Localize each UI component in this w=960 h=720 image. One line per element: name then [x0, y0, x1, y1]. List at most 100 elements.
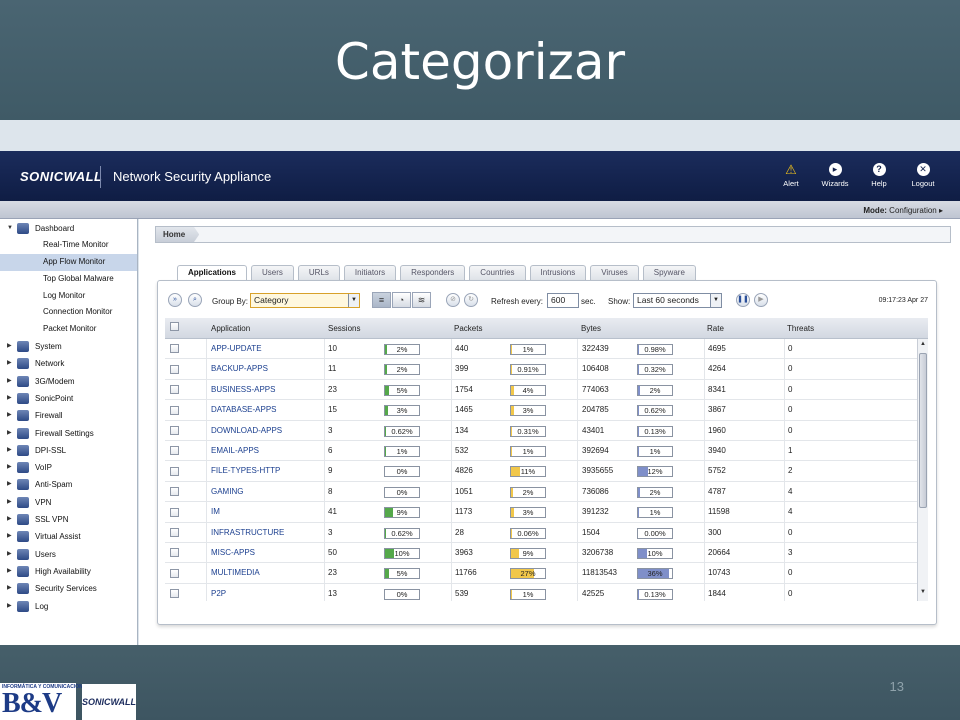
play-button[interactable]: ▶: [754, 293, 768, 307]
row-checkbox[interactable]: [170, 446, 179, 456]
table-row[interactable]: INFRASTRUCTURE 3 0.62% 28 0.06% 1504 0.00% 300 0: [165, 523, 917, 543]
sidebar-item-security-services[interactable]: ▶ Security Services: [0, 580, 137, 597]
sidebar-item-system[interactable]: ▶ System: [0, 338, 137, 355]
tab-viruses[interactable]: Viruses: [590, 265, 639, 280]
row-checkbox[interactable]: [170, 487, 179, 497]
pie-view-button[interactable]: ◔: [392, 292, 411, 308]
expand-all-button[interactable]: »: [168, 293, 182, 307]
sidebar-subitem[interactable]: App Flow Monitor: [0, 254, 137, 271]
row-checkbox[interactable]: [170, 385, 179, 395]
application-link[interactable]: DOWNLOAD-APPS: [211, 421, 282, 441]
application-link[interactable]: APP-UPDATE: [211, 339, 262, 359]
row-checkbox[interactable]: [170, 548, 179, 558]
tab-applications[interactable]: Applications: [177, 265, 248, 281]
wizards-button[interactable]: ▸ Wizards: [818, 163, 852, 188]
sidebar-item-dashboard[interactable]: ▼ Dashboard: [0, 220, 137, 237]
refresh-button[interactable]: ↻: [464, 293, 478, 307]
sidebar-item-high-availability[interactable]: ▶ High Availability: [0, 563, 137, 580]
table-row[interactable]: DATABASE-APPS 15 3% 1465 3% 204785 0.62% 3867 0: [165, 400, 917, 421]
refresh-interval-input[interactable]: 600: [547, 293, 579, 308]
application-link[interactable]: MULTIMEDIA: [211, 563, 260, 583]
sidebar-subitem[interactable]: Packet Monitor: [0, 321, 137, 338]
row-checkbox[interactable]: [170, 364, 179, 374]
list-view-button[interactable]: ≡: [372, 292, 391, 308]
table-row[interactable]: BUSINESS-APPS 23 5% 1754 4% 774063 2% 8341 0: [165, 380, 917, 401]
sidebar-item-3g-modem[interactable]: ▶ 3G/Modem: [0, 373, 137, 390]
application-link[interactable]: BUSINESS-APPS: [211, 380, 275, 400]
table-row[interactable]: DOWNLOAD-APPS 3 0.62% 134 0.31% 43401 0.13% 196…: [165, 421, 917, 441]
show-select[interactable]: Last 60 seconds ▼: [633, 293, 722, 308]
breadcrumb-home[interactable]: Home: [156, 227, 200, 242]
row-checkbox[interactable]: [170, 589, 179, 599]
sidebar-item-ssl-vpn[interactable]: ▶ SSL VPN: [0, 511, 137, 528]
table-row[interactable]: EMAIL-APPS 6 1% 532 1% 392694 1% 3940 1: [165, 441, 917, 462]
table-row[interactable]: GAMING 8 0% 1051 2% 736086 2% 4787 4: [165, 482, 917, 503]
search-button[interactable]: ⌕: [188, 293, 202, 307]
sidebar-item-vpn[interactable]: ▶ VPN: [0, 494, 137, 511]
table-row[interactable]: MISC-APPS 50 10% 3963 9% 3206738 10% 20664 3: [165, 543, 917, 564]
scroll-down-icon[interactable]: ▼: [918, 589, 928, 599]
application-link[interactable]: IM: [211, 502, 220, 522]
sidebar-item-network[interactable]: ▶ Network: [0, 355, 137, 372]
tab-urls[interactable]: URLs: [297, 265, 340, 280]
sidebar-item-firewall[interactable]: ▶ Firewall: [0, 407, 137, 424]
column-header-application[interactable]: Application: [211, 324, 250, 333]
graph-view-button[interactable]: ≋: [412, 292, 431, 308]
application-link[interactable]: FILE-TYPES-HTTP: [211, 461, 280, 481]
table-scrollbar[interactable]: ▲ ▼: [917, 339, 928, 601]
sidebar-item-users[interactable]: ▶ Users: [0, 546, 137, 563]
row-checkbox[interactable]: [170, 507, 179, 517]
pause-button[interactable]: ❚❚: [736, 293, 750, 307]
scroll-up-icon[interactable]: ▲: [918, 341, 928, 351]
sidebar-subitem[interactable]: Log Monitor: [0, 288, 137, 305]
row-checkbox[interactable]: [170, 466, 179, 476]
sidebar-subitem[interactable]: Connection Monitor: [0, 304, 137, 321]
column-header-sessions[interactable]: Sessions: [328, 324, 360, 333]
sidebar-item-log[interactable]: ▶ Log: [0, 598, 137, 615]
row-checkbox[interactable]: [170, 568, 179, 578]
sidebar-subitem[interactable]: Real-Time Monitor: [0, 237, 137, 254]
mode-selector[interactable]: Mode: Configuration ▸: [863, 206, 943, 215]
table-row[interactable]: MULTIMEDIA 23 5% 11766 27% 11813543 36% 10743 0: [165, 563, 917, 584]
tab-initiators[interactable]: Initiators: [343, 265, 397, 280]
tab-responders[interactable]: Responders: [400, 265, 466, 280]
group-by-select[interactable]: Category ▼: [250, 293, 360, 308]
table-row[interactable]: P2P 13 0% 539 1% 42525 0.13% 1844 0: [165, 584, 917, 601]
row-checkbox[interactable]: [170, 405, 179, 415]
select-all-checkbox[interactable]: [170, 322, 179, 332]
table-row[interactable]: APP-UPDATE 10 2% 440 1% 322439 0.98% 4695 0: [165, 339, 917, 360]
sidebar-item-voip[interactable]: ▶ VoIP: [0, 459, 137, 476]
application-link[interactable]: DATABASE-APPS: [211, 400, 277, 420]
alert-button[interactable]: ⚠ Alert: [774, 163, 808, 188]
row-checkbox[interactable]: [170, 527, 179, 537]
application-link[interactable]: INFRASTRUCTURE: [211, 523, 284, 543]
sidebar-item-virtual-assist[interactable]: ▶ Virtual Assist: [0, 528, 137, 545]
sidebar-item-sonicpoint[interactable]: ▶ SonicPoint: [0, 390, 137, 407]
column-header-bytes[interactable]: Bytes: [581, 324, 601, 333]
table-row[interactable]: IM 41 9% 1173 3% 391232 1% 11598 4: [165, 502, 917, 523]
tab-spyware[interactable]: Spyware: [642, 265, 696, 280]
tab-users[interactable]: Users: [251, 265, 294, 280]
application-link[interactable]: EMAIL-APPS: [211, 441, 259, 461]
table-row[interactable]: BACKUP-APPS 11 2% 399 0.91% 106408 0.32% 4264 0: [165, 359, 917, 380]
application-link[interactable]: GAMING: [211, 482, 243, 502]
column-header-threats[interactable]: Threats: [787, 324, 814, 333]
sidebar-subitem[interactable]: Top Global Malware: [0, 271, 137, 288]
row-checkbox[interactable]: [170, 344, 179, 354]
application-link[interactable]: MISC-APPS: [211, 543, 255, 563]
remove-button[interactable]: ⊘: [446, 293, 460, 307]
tab-countries[interactable]: Countries: [469, 265, 526, 280]
sidebar-item-dpi-ssl[interactable]: ▶ DPI-SSL: [0, 442, 137, 459]
column-header-packets[interactable]: Packets: [454, 324, 482, 333]
logout-button[interactable]: ✕ Logout: [906, 163, 940, 188]
scroll-thumb[interactable]: [919, 353, 927, 508]
application-link[interactable]: BACKUP-APPS: [211, 359, 268, 379]
column-header-rate[interactable]: Rate: [707, 324, 724, 333]
sidebar-item-anti-spam[interactable]: ▶ Anti-Spam: [0, 476, 137, 493]
table-row[interactable]: FILE-TYPES-HTTP 9 0% 4826 11% 3935655 12% 5752 2: [165, 461, 917, 482]
help-button[interactable]: ? Help: [862, 163, 896, 188]
application-link[interactable]: P2P: [211, 584, 226, 601]
tab-intrusions[interactable]: Intrusions: [529, 265, 587, 280]
sidebar-item-firewall-settings[interactable]: ▶ Firewall Settings: [0, 425, 137, 442]
row-checkbox[interactable]: [170, 425, 179, 435]
